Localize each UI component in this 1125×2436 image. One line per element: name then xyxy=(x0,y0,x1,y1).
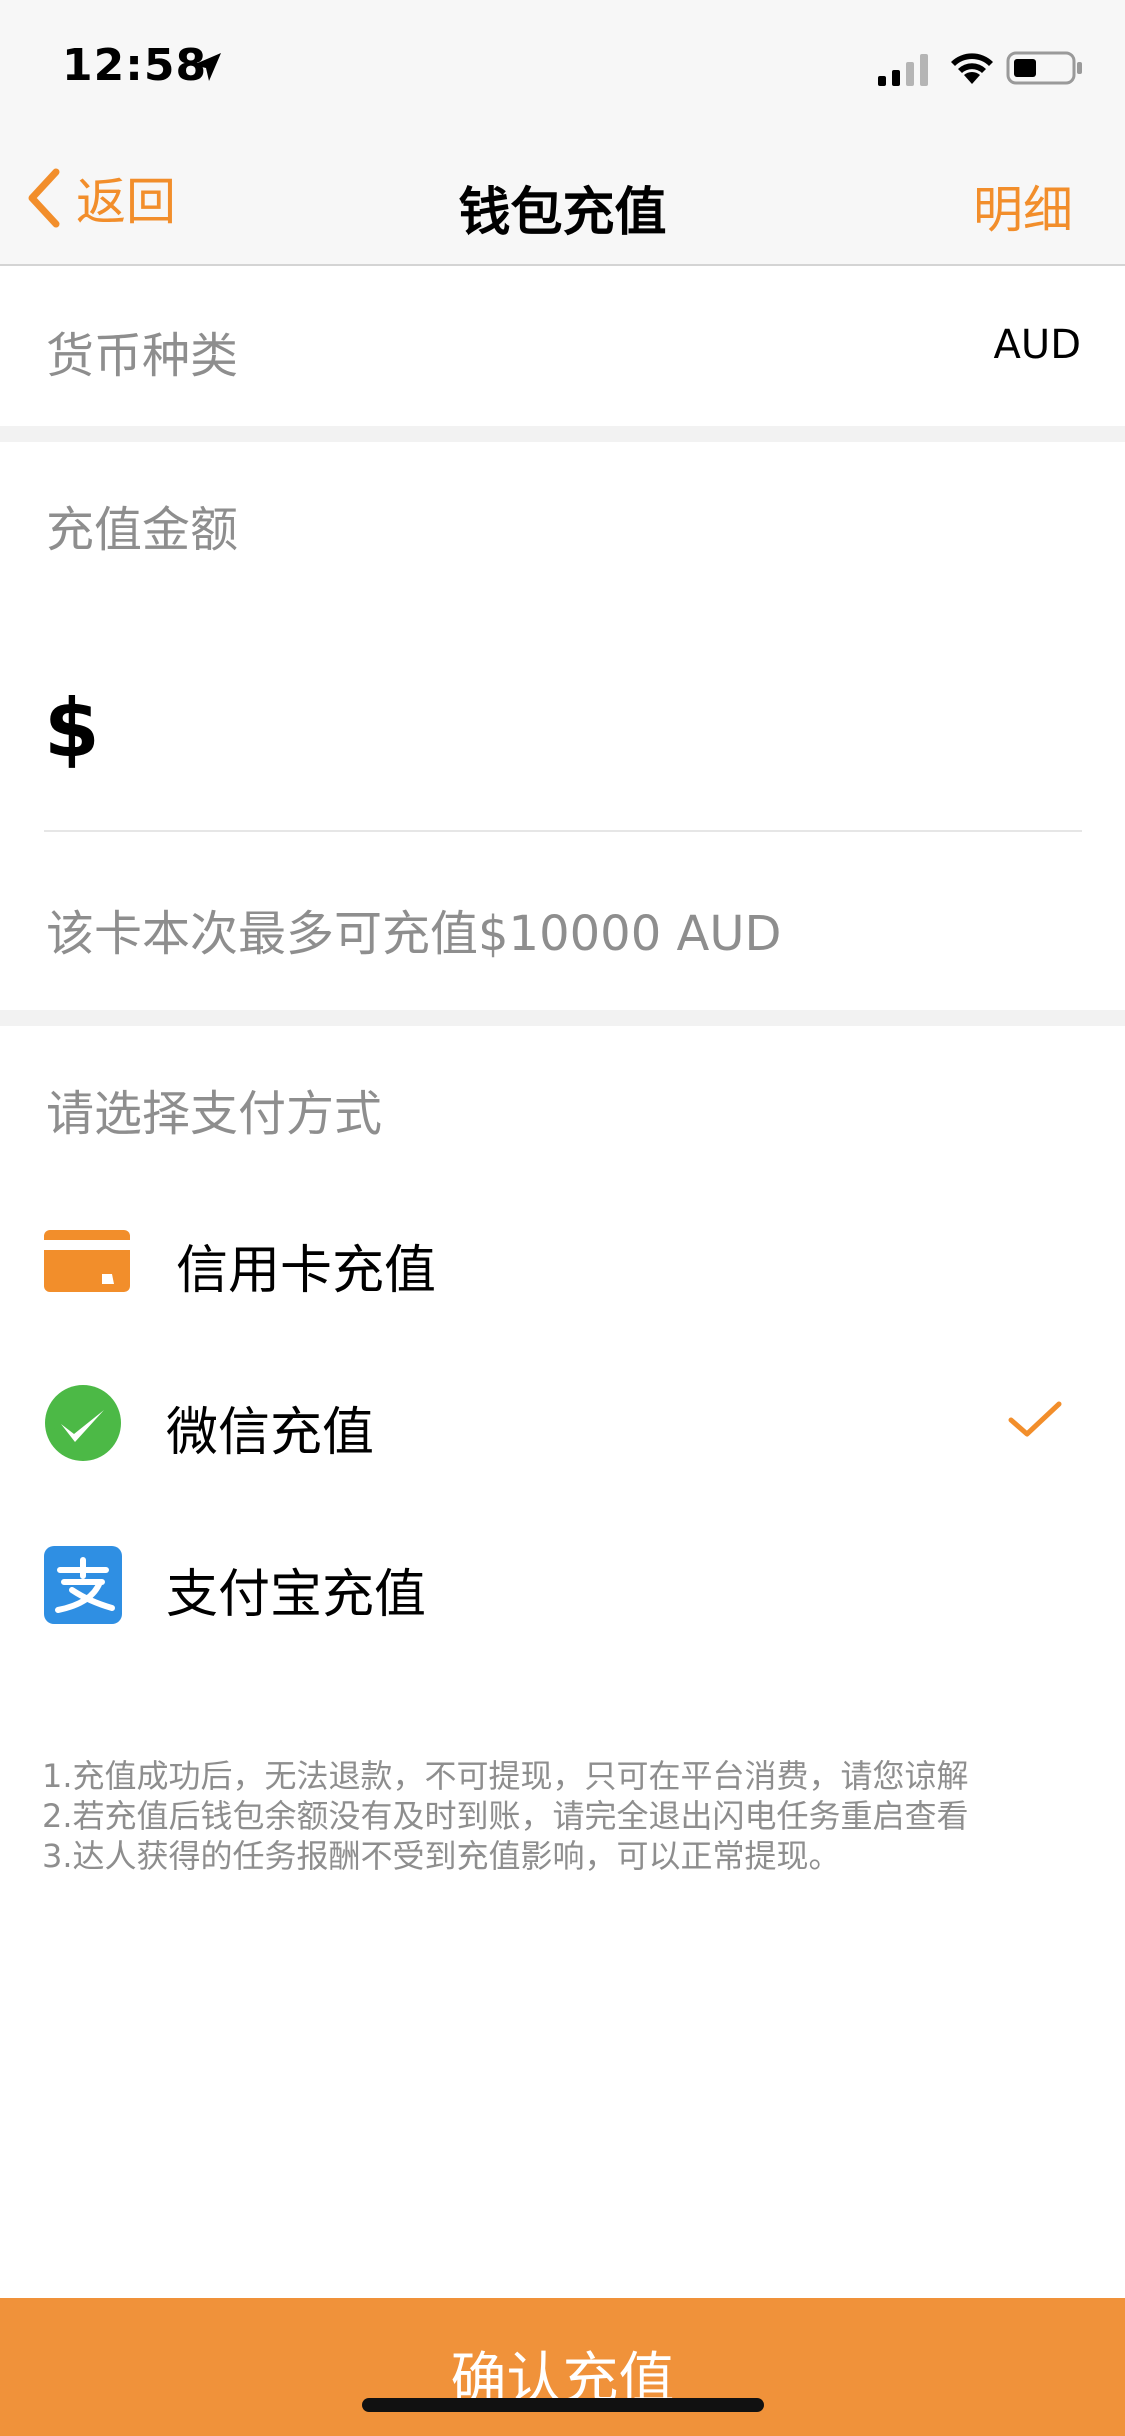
confirm-recharge-button[interactable]: 确认充值 xyxy=(0,2298,1125,2436)
payment-option-label: 微信充值 xyxy=(166,1403,375,1463)
status-time: 12:58 xyxy=(62,40,208,91)
navigation-bar: 返回 钱包充值 明细 xyxy=(0,132,1125,266)
home-indicator[interactable] xyxy=(362,2398,764,2412)
note-item: 2.若充值后钱包余额没有及时到账，请完全退出闪电任务重启查看 xyxy=(42,1797,969,1835)
amount-input[interactable] xyxy=(116,680,1076,780)
recharge-limit-text: 该卡本次最多可充值$10000 AUD xyxy=(46,906,782,962)
amount-label: 充值金额 xyxy=(46,502,239,558)
status-bar: 12:58 xyxy=(0,0,1125,132)
payment-option-credit-card[interactable]: 信用卡充值 xyxy=(0,1186,1125,1336)
payment-option-label: 信用卡充值 xyxy=(176,1241,437,1301)
note-item: 1.充值成功后，无法退款，不可提现，只可在平台消费，请您谅解 xyxy=(42,1757,969,1795)
section-divider xyxy=(0,426,1125,442)
credit-card-icon xyxy=(44,1230,130,1292)
currency-row: 货币种类 AUD xyxy=(0,266,1125,426)
detail-button[interactable]: 明细 xyxy=(973,170,1073,242)
section-divider xyxy=(0,1010,1125,1026)
currency-value: AUD xyxy=(993,322,1081,368)
alipay-icon xyxy=(44,1546,122,1624)
amount-divider xyxy=(44,830,1082,832)
location-arrow-icon xyxy=(193,53,221,81)
wechat-icon xyxy=(45,1385,121,1461)
amount-section: 充值金额 $ 该卡本次最多可充值$10000 AUD xyxy=(0,442,1125,1010)
wifi-icon xyxy=(951,53,993,84)
payment-option-wechat[interactable]: 微信充值 xyxy=(0,1348,1125,1498)
payment-section: 请选择支付方式 信用卡充值 微信充值 支付宝充值 xyxy=(0,1026,1125,1666)
notes-list: 1.充值成功后，无法退款，不可提现，只可在平台消费，请您谅解 2.若充值后钱包余… xyxy=(42,1756,1102,1876)
dollar-sign: $ xyxy=(44,682,100,775)
payment-option-label: 支付宝充值 xyxy=(166,1565,427,1625)
battery-icon xyxy=(1006,51,1082,85)
note-item: 3.达人获得的任务报酬不受到充值影响，可以正常提现。 xyxy=(42,1837,841,1875)
checkmark-icon xyxy=(1008,1401,1062,1437)
page-title: 钱包充值 xyxy=(458,183,667,243)
currency-label: 货币种类 xyxy=(46,328,239,384)
cellular-signal-icon xyxy=(878,54,928,86)
payment-method-title: 请选择支付方式 xyxy=(46,1086,383,1142)
payment-option-alipay[interactable]: 支付宝充值 xyxy=(0,1510,1125,1660)
